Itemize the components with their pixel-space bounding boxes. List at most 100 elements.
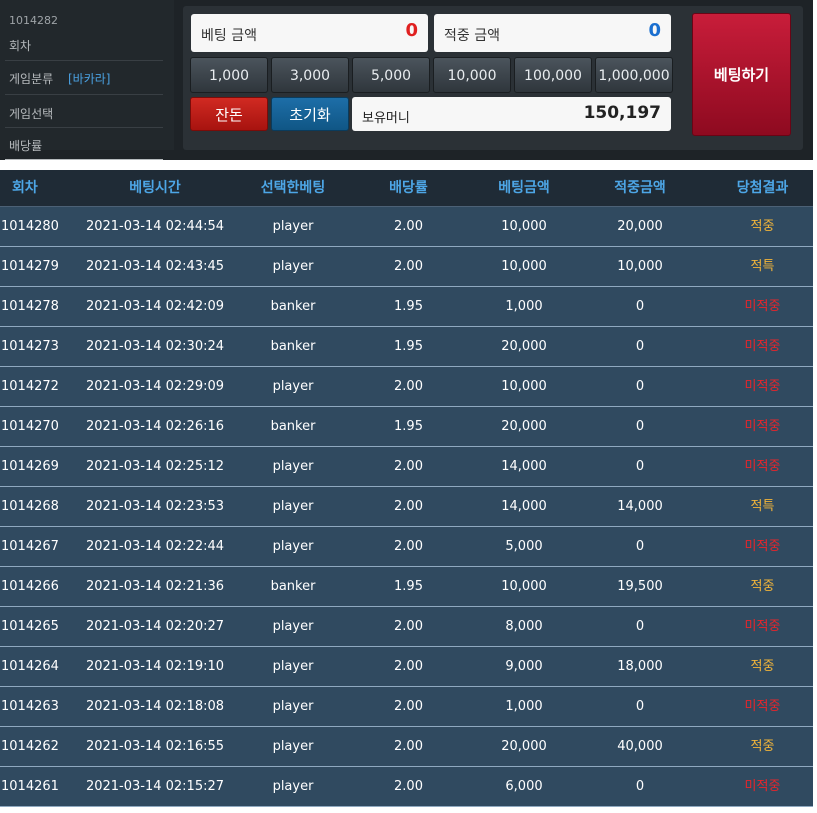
game-select-label: 게임선택 [9,107,54,121]
cell-win-amount: 0 [635,539,645,554]
cell-odds: 2.00 [394,259,423,274]
cell-win-amount: 0 [635,619,645,634]
cell-result: 미적중 [744,459,781,474]
cell-round: 1014270 [1,419,59,434]
round-label: 회차 [9,39,32,53]
cell-round: 1014279 [1,259,59,274]
table-row: 1014278 2021-03-14 02:42:09 banker 1.95 1,00… [0,287,813,327]
cell-bet-time: 2021-03-14 02:25:12 [85,459,225,474]
reset-button[interactable]: 초기화 [271,97,349,131]
header-win-amount: 적중금액 [614,180,666,196]
cell-win-amount: 0 [635,779,645,794]
cell-bet-amount: 10,000 [501,579,547,594]
cell-odds: 2.00 [394,459,423,474]
cell-bet-amount: 10,000 [501,379,547,394]
cell-odds: 1.95 [394,419,423,434]
cell-win-amount: 0 [635,419,645,434]
table-row: 1014265 2021-03-14 02:20:27 player 2.00 8,00… [0,607,813,647]
betting-top-area: 1014282 회차 게임분류 [바카라] 게임선택 배당률 베팅 금액 0 적… [0,0,813,160]
cell-selected-bet: banker [270,419,316,434]
balance-label: 보유머니 [362,111,410,126]
cell-result: 미적중 [744,619,781,634]
header-result: 당첨결과 [736,180,789,196]
cell-round: 1014264 [1,659,59,674]
info-divider [5,159,163,160]
bet-amount-box: 베팅 금액 0 [191,14,428,52]
cell-result: 미적중 [744,699,781,714]
cell-odds: 2.00 [394,539,423,554]
game-type-row: 게임분류 [바카라] [5,61,163,95]
chip-100000[interactable]: 100,000 [514,57,592,93]
win-amount-label: 적중 금액 [444,28,500,44]
cell-bet-amount: 14,000 [501,459,547,474]
cell-round: 1014268 [1,499,59,514]
cell-selected-bet: player [272,539,314,554]
cell-win-amount: 0 [635,299,645,314]
cell-round: 1014263 [1,699,59,714]
cell-bet-amount: 20,000 [501,739,547,754]
cell-selected-bet: player [272,659,314,674]
cell-selected-bet: player [272,259,314,274]
cell-win-amount: 0 [635,379,645,394]
cell-bet-time: 2021-03-14 02:20:27 [85,619,225,634]
cell-win-amount: 0 [635,699,645,714]
table-row: 1014270 2021-03-14 02:26:16 banker 1.95 20,0… [0,407,813,447]
cell-round: 1014261 [1,779,59,794]
cell-round: 1014280 [1,219,59,234]
cell-selected-bet: player [272,459,314,474]
cell-result: 미적중 [744,379,781,394]
bet-history-table: 회차 베팅시간 선택한베팅 배당률 베팅금액 적중금액 당첨결과 1014280… [0,170,813,807]
cell-result: 미적중 [744,419,781,434]
cell-bet-time: 2021-03-14 02:29:09 [85,379,225,394]
cell-result: 적중 [750,219,775,234]
cell-odds: 2.00 [394,619,423,634]
cell-round: 1014272 [1,379,59,394]
chip-5000[interactable]: 5,000 [352,57,430,93]
chip-1000[interactable]: 1,000 [190,57,268,93]
cell-bet-time: 2021-03-14 02:30:24 [85,339,225,354]
cell-bet-amount: 5,000 [505,539,543,554]
odds-row: 배당률 [5,128,163,153]
cell-odds: 2.00 [394,659,423,674]
cell-odds: 2.00 [394,739,423,754]
cell-round: 1014266 [1,579,59,594]
round-row: 1014282 회차 [5,8,163,61]
balance-box: 보유머니 150,197 [352,97,671,131]
chip-10000[interactable]: 10,000 [433,57,511,93]
cell-odds: 2.00 [394,699,423,714]
cell-result: 적중 [750,739,775,754]
cell-bet-amount: 1,000 [505,299,543,314]
cell-bet-time: 2021-03-14 02:16:55 [85,739,225,754]
chip-3000[interactable]: 3,000 [271,57,349,93]
table-row: 1014273 2021-03-14 02:30:24 banker 1.95 20,0… [0,327,813,367]
game-type-value[interactable]: [바카라] [68,70,110,87]
place-bet-button[interactable]: 베팅하기 [692,13,791,136]
change-button[interactable]: 잔돈 [190,97,268,131]
cell-odds: 2.00 [394,379,423,394]
cell-win-amount: 20,000 [617,219,663,234]
cell-selected-bet: player [272,699,314,714]
table-row: 1014266 2021-03-14 02:21:36 banker 1.95 10,0… [0,567,813,607]
cell-bet-time: 2021-03-14 02:26:16 [85,419,225,434]
table-row: 1014267 2021-03-14 02:22:44 player 2.00 5,00… [0,527,813,567]
game-info-panel: 1014282 회차 게임분류 [바카라] 게임선택 배당률 [0,0,174,153]
cell-result: 적중 [750,659,775,674]
cell-result: 미적중 [744,299,781,314]
cell-selected-bet: player [272,779,314,794]
cell-win-amount: 18,000 [617,659,663,674]
cell-bet-amount: 10,000 [501,259,547,274]
cell-selected-bet: player [272,619,314,634]
cell-selected-bet: player [272,219,314,234]
cell-bet-time: 2021-03-14 02:21:36 [85,579,225,594]
cell-bet-time: 2021-03-14 02:18:08 [85,699,225,714]
table-row: 1014272 2021-03-14 02:29:09 player 2.00 10,0… [0,367,813,407]
cell-round: 1014265 [1,619,59,634]
cell-bet-time: 2021-03-14 02:42:09 [85,299,225,314]
chip-1000000[interactable]: 1,000,000 [595,57,673,93]
header-odds: 배당률 [389,180,428,196]
cell-bet-time: 2021-03-14 02:22:44 [85,539,225,554]
cell-odds: 1.95 [394,579,423,594]
cell-selected-bet: banker [270,299,316,314]
table-row: 1014269 2021-03-14 02:25:12 player 2.00 14,0… [0,447,813,487]
table-row: 1014280 2021-03-14 02:44:54 player 2.00 10,0… [0,207,813,247]
